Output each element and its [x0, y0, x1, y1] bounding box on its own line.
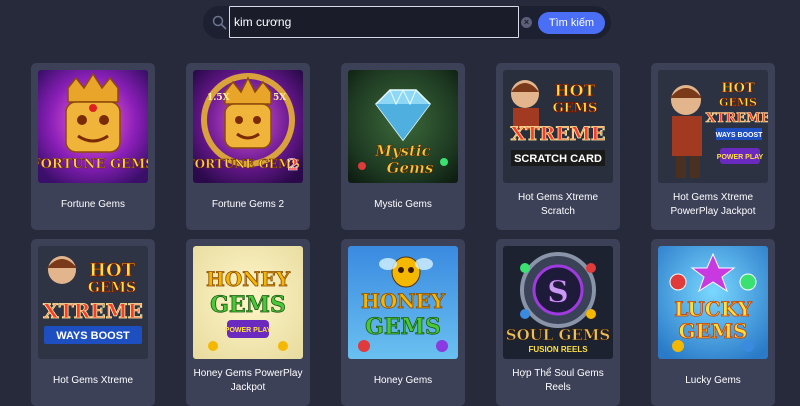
svg-text:2: 2	[287, 155, 298, 174]
svg-text:Gems: Gems	[387, 159, 434, 177]
honey-gems-thumbnail: HONEY GEMS	[348, 246, 458, 359]
svg-text:GEMS: GEMS	[679, 319, 748, 343]
svg-text:SOUL GEMS: SOUL GEMS	[506, 326, 610, 344]
svg-text:POWER PLAY: POWER PLAY	[717, 154, 764, 161]
svg-text:LUCKY: LUCKY	[674, 297, 752, 321]
game-card[interactable]: HONEY GEMS Honey Gems	[341, 239, 465, 406]
game-card[interactable]: Mystic Gems Mystic Gems	[341, 63, 465, 230]
svg-text:GEMS: GEMS	[365, 314, 441, 340]
hot-gems-xtreme-powerplay-thumbnail: HOT GEMS XTREME WAYS BOOST POWER PLAY	[658, 70, 768, 183]
game-title: Hot Gems Xtreme	[52, 375, 134, 386]
svg-text:XTREME: XTREME	[43, 299, 143, 323]
game-title: Hot Gems Xtreme PowerPlay Jackpot	[670, 192, 756, 217]
lucky-gems-thumbnail: LUCKY GEMS	[658, 246, 768, 359]
svg-text:5X: 5X	[273, 93, 286, 103]
game-card[interactable]: HONEY GEMS POWER PLAY Honey Gems PowerPl…	[186, 239, 310, 406]
svg-text:FORTUNE GEMS: FORTUNE GEMS	[38, 157, 148, 172]
svg-text:WAYS BOOST: WAYS BOOST	[56, 330, 130, 342]
svg-text:GEMS: GEMS	[88, 280, 136, 296]
game-card[interactable]: HOT GEMS XTREME WAYS BOOST Hot Gems Xtre…	[31, 239, 155, 406]
svg-text:FUSION REELS: FUSION REELS	[528, 345, 588, 354]
game-title: Honey Gems PowerPlay Jackpot	[193, 368, 303, 393]
honey-gems-powerplay-thumbnail: HONEY GEMS POWER PLAY	[193, 246, 303, 359]
game-card[interactable]: S SOUL GEMS FUSION REELS Hợp Thể Soul Ge…	[496, 239, 620, 406]
game-title: Fortune Gems 2	[211, 199, 285, 210]
svg-text:HOT: HOT	[89, 260, 136, 281]
fortune-gems-2-thumbnail: 1.5X 5X FORTUNE GEMS 2	[193, 70, 303, 183]
fortune-gems-thumbnail: FORTUNE GEMS	[38, 70, 148, 183]
svg-text:GEMS: GEMS	[210, 292, 286, 318]
game-title: Fortune Gems	[61, 199, 125, 210]
svg-text:HOT: HOT	[555, 81, 596, 100]
svg-text:HOT: HOT	[721, 81, 755, 96]
svg-text:Mystic: Mystic	[374, 142, 431, 160]
game-title: Hợp Thể Soul Gems Reels	[512, 368, 604, 393]
game-card[interactable]: 1.5X 5X FORTUNE GEMS 2 Fortune Gems 2	[186, 63, 310, 230]
svg-text:FORTUNE GEMS: FORTUNE GEMS	[193, 157, 300, 171]
svg-text:GEMS: GEMS	[719, 96, 757, 109]
game-title: Lucky Gems	[685, 375, 741, 386]
game-grid: FORTUNE GEMS Fortune Gems 1.5X 5X	[31, 63, 775, 406]
search-bar: × Tìm kiếm	[203, 6, 611, 39]
game-title: Honey Gems	[373, 375, 433, 386]
svg-text:SCRATCH CARD: SCRATCH CARD	[514, 153, 602, 165]
svg-text:1.5X: 1.5X	[207, 93, 230, 103]
svg-text:XTREME: XTREME	[706, 111, 768, 126]
game-card[interactable]: HOT GEMS XTREME SCRATCH CARD Hot Gems Xt…	[496, 63, 620, 230]
game-card[interactable]: HOT GEMS XTREME WAYS BOOST POWER PLAY Ho…	[651, 63, 775, 230]
svg-text:HONEY: HONEY	[361, 289, 446, 313]
game-card[interactable]: FORTUNE GEMS Fortune Gems	[31, 63, 155, 230]
hot-gems-xtreme-thumbnail: HOT GEMS XTREME WAYS BOOST	[38, 246, 148, 359]
game-card[interactable]: LUCKY GEMS Lucky Gems	[651, 239, 775, 406]
svg-text:S: S	[547, 275, 569, 310]
game-title: Hot Gems Xtreme Scratch	[517, 192, 599, 217]
clear-icon[interactable]: ×	[521, 17, 532, 28]
svg-text:GEMS: GEMS	[553, 101, 598, 116]
svg-text:HONEY: HONEY	[206, 267, 291, 291]
svg-text:WAYS BOOST: WAYS BOOST	[716, 132, 764, 139]
search-icon	[212, 15, 227, 30]
hot-gems-xtreme-scratch-thumbnail: HOT GEMS XTREME SCRATCH CARD	[503, 70, 613, 183]
svg-text:XTREME: XTREME	[511, 123, 606, 145]
game-title: Mystic Gems	[374, 199, 432, 210]
search-input[interactable]	[229, 6, 519, 38]
soul-gems-thumbnail: S SOUL GEMS FUSION REELS	[503, 246, 613, 359]
mystic-gems-thumbnail: Mystic Gems	[348, 70, 458, 183]
search-button[interactable]: Tìm kiếm	[538, 12, 605, 34]
svg-text:POWER PLAY: POWER PLAY	[225, 327, 272, 334]
